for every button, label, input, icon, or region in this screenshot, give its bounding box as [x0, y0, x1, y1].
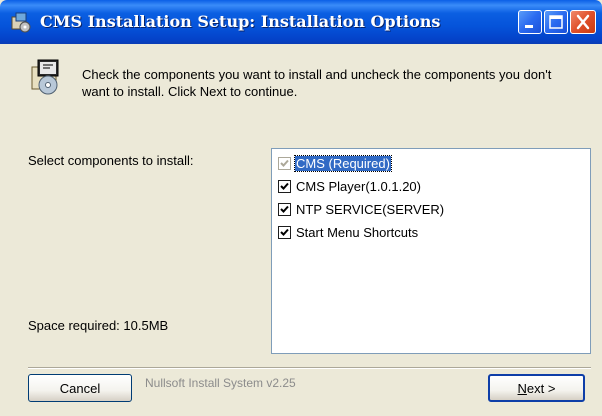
component-start-menu-shortcuts[interactable]: Start Menu Shortcuts — [278, 222, 419, 242]
components-list[interactable]: CMS (Required) CMS Player(1.0.1.20) NTP … — [271, 148, 591, 354]
branding-text: Nullsoft Install System v2.25 — [145, 376, 296, 390]
app-icon[interactable] — [10, 11, 32, 33]
title-bar[interactable]: CMS Installation Setup: Installation Opt… — [0, 0, 602, 44]
checkmark-icon — [280, 205, 289, 213]
component-label: Start Menu Shortcuts — [296, 224, 419, 240]
cancel-button[interactable]: Cancel — [28, 374, 132, 402]
next-button[interactable]: Next > — [488, 374, 585, 402]
space-required-label: Space required: 10.5MB — [28, 318, 169, 333]
maximize-icon — [549, 15, 563, 29]
checkmark-icon — [280, 228, 289, 236]
window-title: CMS Installation Setup: Installation Opt… — [40, 12, 441, 31]
component-label: CMS (Required) — [294, 154, 392, 172]
select-components-label: Select components to install: — [28, 153, 194, 168]
next-label: ext > — [526, 380, 556, 396]
component-ntp-service[interactable]: NTP SERVICE(SERVER) — [278, 199, 445, 219]
checkbox-cms-required — [278, 156, 291, 170]
minimize-button[interactable] — [518, 10, 542, 34]
component-cms-required[interactable]: CMS (Required) — [278, 153, 392, 173]
component-cms-player[interactable]: CMS Player(1.0.1.20) — [278, 176, 422, 196]
component-label: CMS Player(1.0.1.20) — [296, 178, 421, 194]
minimize-icon — [525, 25, 533, 28]
footer-divider — [28, 367, 591, 369]
next-accelerator: N — [517, 380, 527, 396]
component-label: NTP SERVICE(SERVER) — [296, 201, 445, 217]
checkbox-ntp-service[interactable] — [278, 202, 291, 216]
close-button[interactable] — [570, 10, 596, 34]
checkmark-icon — [280, 159, 289, 167]
checkmark-icon — [280, 182, 289, 190]
maximize-button[interactable] — [544, 10, 568, 34]
header-description: Check the components you want to install… — [82, 67, 552, 99]
checkbox-cms-player[interactable] — [278, 179, 291, 193]
close-icon — [576, 14, 590, 30]
setup-package-icon — [26, 57, 70, 97]
checkbox-start-menu-shortcuts[interactable] — [278, 225, 291, 239]
